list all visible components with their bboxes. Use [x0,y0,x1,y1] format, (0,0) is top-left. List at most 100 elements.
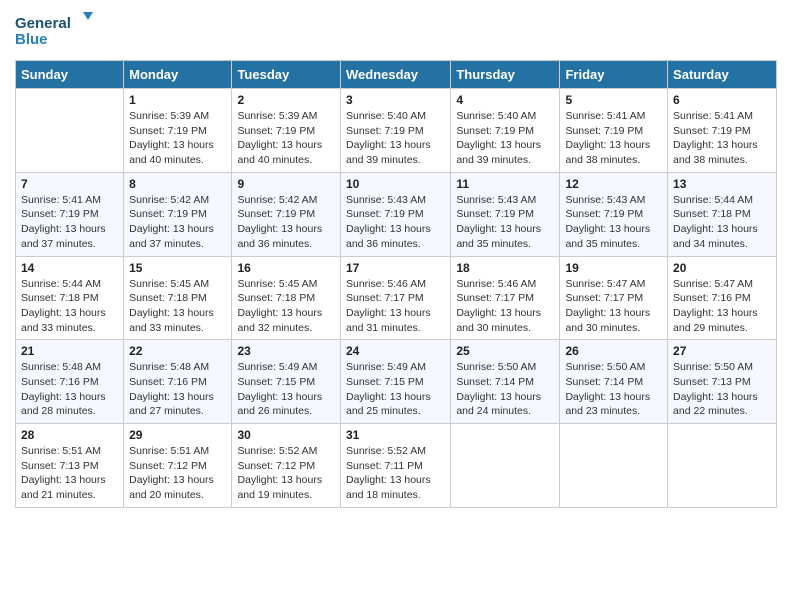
calendar-cell: 14 Sunrise: 5:44 AM Sunset: 7:18 PM Dayli… [16,256,124,340]
day-info: Sunrise: 5:43 AM Sunset: 7:19 PM Dayligh… [456,193,554,252]
day-number: 15 [129,261,226,275]
calendar-cell: 8 Sunrise: 5:42 AM Sunset: 7:19 PM Daylig… [124,172,232,256]
day-number: 27 [673,344,771,358]
calendar-cell: 11 Sunrise: 5:43 AM Sunset: 7:19 PM Dayli… [451,172,560,256]
day-number: 6 [673,93,771,107]
day-number: 31 [346,428,445,442]
calendar-header-row: SundayMondayTuesdayWednesdayThursdayFrid… [16,61,777,89]
calendar-cell: 18 Sunrise: 5:46 AM Sunset: 7:17 PM Dayli… [451,256,560,340]
weekday-header: Thursday [451,61,560,89]
day-info: Sunrise: 5:49 AM Sunset: 7:15 PM Dayligh… [237,360,335,419]
calendar-cell: 12 Sunrise: 5:43 AM Sunset: 7:19 PM Dayli… [560,172,668,256]
day-number: 29 [129,428,226,442]
day-number: 7 [21,177,118,191]
page-header: General Blue [15,10,777,52]
day-info: Sunrise: 5:46 AM Sunset: 7:17 PM Dayligh… [346,277,445,336]
calendar-cell: 30Sunrise: 5:52 AM Sunset: 7:12 PM Dayli… [232,424,341,508]
day-number: 18 [456,261,554,275]
day-info: Sunrise: 5:48 AM Sunset: 7:16 PM Dayligh… [129,360,226,419]
day-info: Sunrise: 5:42 AM Sunset: 7:19 PM Dayligh… [129,193,226,252]
svg-text:Blue: Blue [15,31,48,48]
day-info: Sunrise: 5:51 AM Sunset: 7:13 PM Dayligh… [21,444,118,503]
day-info: Sunrise: 5:42 AM Sunset: 7:19 PM Dayligh… [237,193,335,252]
day-number: 22 [129,344,226,358]
day-info: Sunrise: 5:40 AM Sunset: 7:19 PM Dayligh… [456,109,554,168]
weekday-header: Tuesday [232,61,341,89]
day-info: Sunrise: 5:41 AM Sunset: 7:19 PM Dayligh… [673,109,771,168]
day-info: Sunrise: 5:39 AM Sunset: 7:19 PM Dayligh… [129,109,226,168]
day-info: Sunrise: 5:41 AM Sunset: 7:19 PM Dayligh… [21,193,118,252]
day-number: 13 [673,177,771,191]
day-number: 26 [565,344,662,358]
calendar-cell: 23 Sunrise: 5:49 AM Sunset: 7:15 PM Dayli… [232,340,341,424]
calendar-cell: 20Sunrise: 5:47 AM Sunset: 7:16 PM Dayli… [668,256,777,340]
weekday-header: Saturday [668,61,777,89]
calendar-cell: 19 Sunrise: 5:47 AM Sunset: 7:17 PM Dayli… [560,256,668,340]
weekday-header: Sunday [16,61,124,89]
svg-text:General: General [15,15,71,32]
day-info: Sunrise: 5:47 AM Sunset: 7:17 PM Dayligh… [565,277,662,336]
weekday-header: Monday [124,61,232,89]
calendar-cell: 9Sunrise: 5:42 AM Sunset: 7:19 PM Daylig… [232,172,341,256]
day-info: Sunrise: 5:43 AM Sunset: 7:19 PM Dayligh… [565,193,662,252]
day-info: Sunrise: 5:50 AM Sunset: 7:14 PM Dayligh… [565,360,662,419]
calendar-cell: 28Sunrise: 5:51 AM Sunset: 7:13 PM Dayli… [16,424,124,508]
day-info: Sunrise: 5:51 AM Sunset: 7:12 PM Dayligh… [129,444,226,503]
day-number: 12 [565,177,662,191]
calendar-cell: 24 Sunrise: 5:49 AM Sunset: 7:15 PM Dayli… [340,340,450,424]
calendar-week-row: 28Sunrise: 5:51 AM Sunset: 7:13 PM Dayli… [16,424,777,508]
calendar-cell [560,424,668,508]
day-info: Sunrise: 5:45 AM Sunset: 7:18 PM Dayligh… [237,277,335,336]
day-number: 8 [129,177,226,191]
calendar-cell: 3 Sunrise: 5:40 AM Sunset: 7:19 PM Daylig… [340,89,450,173]
day-info: Sunrise: 5:44 AM Sunset: 7:18 PM Dayligh… [673,193,771,252]
calendar-cell: 2 Sunrise: 5:39 AM Sunset: 7:19 PM Daylig… [232,89,341,173]
calendar-week-row: 1 Sunrise: 5:39 AM Sunset: 7:19 PM Daylig… [16,89,777,173]
day-number: 1 [129,93,226,107]
day-info: Sunrise: 5:43 AM Sunset: 7:19 PM Dayligh… [346,193,445,252]
day-number: 16 [237,261,335,275]
calendar-cell: 15 Sunrise: 5:45 AM Sunset: 7:18 PM Dayli… [124,256,232,340]
calendar-cell: 17 Sunrise: 5:46 AM Sunset: 7:17 PM Dayli… [340,256,450,340]
day-info: Sunrise: 5:52 AM Sunset: 7:11 PM Dayligh… [346,444,445,503]
day-number: 10 [346,177,445,191]
day-number: 25 [456,344,554,358]
day-info: Sunrise: 5:45 AM Sunset: 7:18 PM Dayligh… [129,277,226,336]
day-number: 14 [21,261,118,275]
day-info: Sunrise: 5:39 AM Sunset: 7:19 PM Dayligh… [237,109,335,168]
day-info: Sunrise: 5:49 AM Sunset: 7:15 PM Dayligh… [346,360,445,419]
day-number: 2 [237,93,335,107]
calendar-cell [16,89,124,173]
logo: General Blue [15,10,95,52]
day-info: Sunrise: 5:40 AM Sunset: 7:19 PM Dayligh… [346,109,445,168]
day-number: 21 [21,344,118,358]
day-info: Sunrise: 5:48 AM Sunset: 7:16 PM Dayligh… [21,360,118,419]
calendar-cell: 7 Sunrise: 5:41 AM Sunset: 7:19 PM Daylig… [16,172,124,256]
weekday-header: Wednesday [340,61,450,89]
day-info: Sunrise: 5:50 AM Sunset: 7:14 PM Dayligh… [456,360,554,419]
day-info: Sunrise: 5:41 AM Sunset: 7:19 PM Dayligh… [565,109,662,168]
day-info: Sunrise: 5:46 AM Sunset: 7:17 PM Dayligh… [456,277,554,336]
day-number: 11 [456,177,554,191]
calendar-cell: 6 Sunrise: 5:41 AM Sunset: 7:19 PM Daylig… [668,89,777,173]
calendar-cell: 26 Sunrise: 5:50 AM Sunset: 7:14 PM Dayli… [560,340,668,424]
calendar-cell: 27Sunrise: 5:50 AM Sunset: 7:13 PM Dayli… [668,340,777,424]
calendar-cell: 1 Sunrise: 5:39 AM Sunset: 7:19 PM Daylig… [124,89,232,173]
weekday-header: Friday [560,61,668,89]
day-info: Sunrise: 5:44 AM Sunset: 7:18 PM Dayligh… [21,277,118,336]
day-number: 19 [565,261,662,275]
calendar-week-row: 7 Sunrise: 5:41 AM Sunset: 7:19 PM Daylig… [16,172,777,256]
logo-svg: General Blue [15,10,95,52]
day-number: 3 [346,93,445,107]
calendar-cell: 5Sunrise: 5:41 AM Sunset: 7:19 PM Daylig… [560,89,668,173]
day-number: 30 [237,428,335,442]
calendar-cell: 29 Sunrise: 5:51 AM Sunset: 7:12 PM Dayli… [124,424,232,508]
calendar-cell: 22 Sunrise: 5:48 AM Sunset: 7:16 PM Dayli… [124,340,232,424]
calendar-cell: 4Sunrise: 5:40 AM Sunset: 7:19 PM Daylig… [451,89,560,173]
day-info: Sunrise: 5:47 AM Sunset: 7:16 PM Dayligh… [673,277,771,336]
calendar-cell [668,424,777,508]
day-number: 24 [346,344,445,358]
calendar-cell: 25 Sunrise: 5:50 AM Sunset: 7:14 PM Dayli… [451,340,560,424]
day-number: 23 [237,344,335,358]
day-number: 17 [346,261,445,275]
